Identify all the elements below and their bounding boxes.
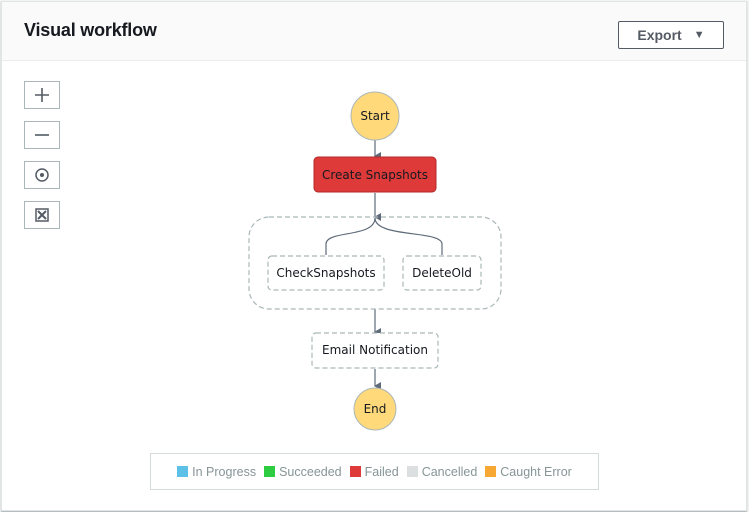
legend-swatch	[406, 466, 418, 477]
state-check-snapshots[interactable]: CheckSnapshots	[267, 255, 385, 291]
legend-label: Caught Error	[500, 464, 572, 479]
legend-label: Cancelled	[421, 464, 478, 479]
legend-succeeded: Succeeded	[264, 465, 342, 479]
legend-label: Failed	[364, 464, 399, 479]
legend-swatch	[177, 466, 189, 477]
start-node[interactable]: Start	[350, 91, 400, 141]
legend-label: In Progress	[192, 464, 257, 479]
state-email-notification[interactable]: Email Notification	[311, 332, 439, 369]
workflow-graph: Start Create Snapshots CheckSnapshots De…	[248, 91, 502, 431]
email-notification-label: Email Notification	[322, 343, 428, 357]
check-snapshots-label: CheckSnapshots	[276, 266, 375, 280]
visual-workflow-panel: Visual workflow Export ▼ Start Create Sn…	[1, 1, 747, 511]
legend-swatch	[349, 466, 361, 477]
start-label: Start	[360, 109, 390, 123]
legend-swatch	[264, 466, 276, 477]
end-label: End	[364, 402, 387, 416]
legend-swatch	[485, 466, 497, 477]
edge-fork-check	[325, 217, 376, 255]
state-create-snapshots[interactable]: Create Snapshots	[313, 156, 437, 193]
delete-old-label: DeleteOld	[412, 266, 472, 280]
edge-fork-delete	[374, 217, 443, 255]
create-snapshots-label: Create Snapshots	[322, 168, 428, 182]
legend-in-progress: In Progress	[177, 465, 256, 479]
legend-failed: Failed	[349, 464, 399, 479]
end-node[interactable]: End	[353, 387, 397, 431]
legend-cancelled: Cancelled	[406, 464, 478, 479]
state-delete-old[interactable]: DeleteOld	[402, 255, 482, 291]
legend-label: Succeeded	[279, 464, 342, 479]
status-legend: In Progress Succeeded Failed Cancelled C…	[150, 453, 599, 490]
legend-caught-error: Caught Error	[485, 465, 572, 479]
